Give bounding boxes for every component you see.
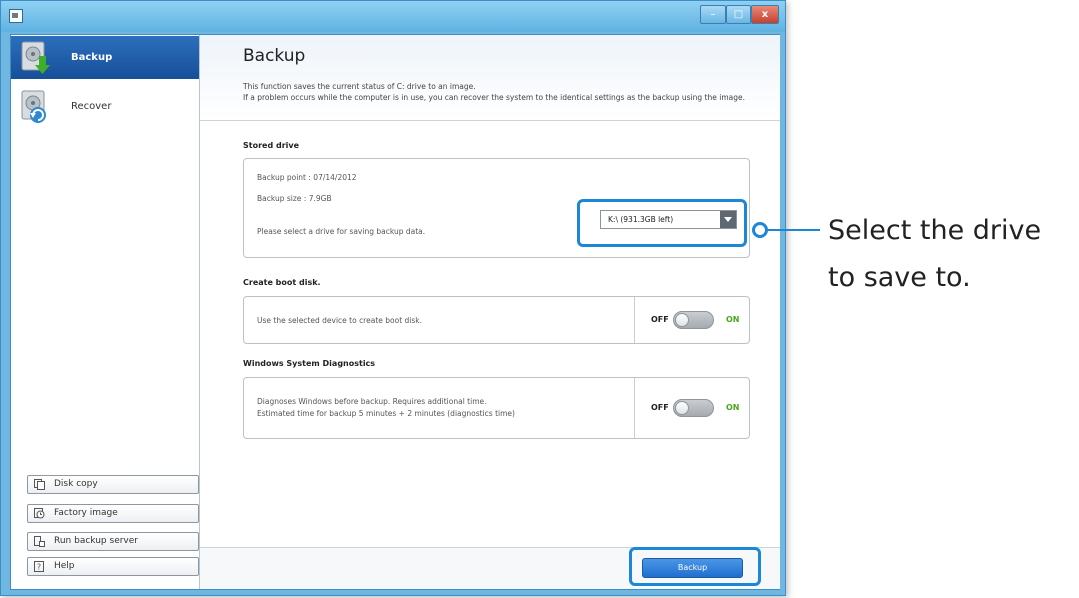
callout-dot [752,222,768,238]
factory-image-label: Factory image [54,508,118,518]
callout-text: Select the drive to save to. [828,207,1041,301]
boot-disk-toggle-area: OFF ON [634,297,751,343]
help-label: Help [54,561,75,571]
diagnostics-title: Windows System Diagnostics [243,359,376,368]
disk-copy-label: Disk copy [54,479,98,489]
sidebar: Backup Recover Disk copy Factory image R… [11,35,200,589]
app-window: – □ x Backup Recover Disk copy Factory i… [0,0,786,596]
toggle-knob [675,313,689,327]
help-button[interactable]: ? Help [27,557,199,576]
sidebar-item-backup[interactable]: Backup [11,36,199,79]
page-header: Backup This function saves the current s… [200,35,780,121]
backup-size-text: Backup size : 7.9GB [257,194,332,203]
boot-disk-toggle[interactable] [673,311,714,329]
sidebar-item-label: Recover [71,101,112,112]
diagnostics-toggle[interactable] [673,399,714,417]
factory-image-button[interactable]: Factory image [27,504,199,523]
svg-text:?: ? [37,563,41,572]
help-icon: ? [34,561,44,572]
sidebar-item-label: Backup [71,52,113,63]
minimize-button[interactable]: – [700,5,726,24]
backup-drive-icon [21,41,50,74]
diagnostics-text-line: Diagnoses Windows before backup. Require… [257,397,487,406]
callout-line-2: to save to. [828,262,971,293]
title-bar[interactable]: – □ x [1,1,785,32]
callout-line [763,229,820,231]
callout-line-1: Select the drive [828,215,1042,246]
toggle-knob [675,401,689,415]
select-drive-text: Please select a drive for saving backup … [257,227,426,236]
backup-server-icon [34,536,45,547]
sidebar-item-recover[interactable]: Recover [11,85,199,128]
toggle-off-label: OFF [651,403,669,412]
toggle-off-label: OFF [651,315,669,324]
disk-copy-icon [34,479,45,490]
diagnostics-text-line: Estimated time for backup 5 minutes + 2 … [257,409,515,418]
run-backup-server-button[interactable]: Run backup server [27,532,199,551]
close-button[interactable]: x [751,5,779,24]
page-title: Backup [243,46,306,66]
disk-copy-button[interactable]: Disk copy [27,475,199,494]
backup-button-highlight [629,547,761,586]
client-area: Backup Recover Disk copy Factory image R… [10,34,780,590]
toggle-on-label: ON [726,403,740,412]
stored-drive-title: Stored drive [243,141,300,150]
boot-disk-title: Create boot disk. [243,278,321,287]
diagnostics-panel: Diagnoses Windows before backup. Require… [243,377,750,439]
recover-drive-icon [21,90,46,123]
maximize-button[interactable]: □ [726,5,751,24]
backup-point-text: Backup point : 07/14/2012 [257,173,357,182]
toggle-on-label: ON [726,315,740,324]
main-panel: Backup This function saves the current s… [200,35,780,589]
factory-image-icon [34,508,45,519]
page-description: This function saves the current status o… [243,81,773,103]
run-backup-server-label: Run backup server [54,536,138,546]
boot-disk-text: Use the selected device to create boot d… [257,316,422,325]
dropdown-highlight [577,199,747,247]
app-icon [9,9,23,23]
description-line: If a problem occurs while the computer i… [243,93,745,102]
diagnostics-toggle-area: OFF ON [634,378,751,438]
boot-disk-panel: Use the selected device to create boot d… [243,296,750,344]
description-line: This function saves the current status o… [243,82,476,91]
